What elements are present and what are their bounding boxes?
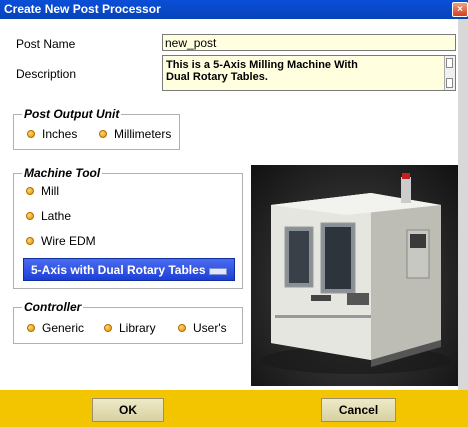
- radio-dot-icon: [27, 130, 35, 138]
- window-title: Create New Post Processor: [4, 2, 161, 16]
- radio-dot-icon: [27, 324, 35, 332]
- radio-dot-icon: [26, 237, 34, 245]
- radio-mill[interactable]: Mill: [23, 184, 59, 198]
- close-icon: ×: [457, 4, 463, 15]
- machine-config-value: 5-Axis with Dual Rotary Tables: [31, 263, 206, 277]
- machine-tool-title: Machine Tool: [22, 166, 103, 180]
- machine-image: [251, 165, 458, 386]
- radio-users[interactable]: User's: [175, 321, 227, 335]
- description-scrollbar[interactable]: [444, 56, 455, 90]
- scroll-up-icon[interactable]: [446, 58, 453, 68]
- radio-dot-icon: [26, 212, 34, 220]
- post-name-input[interactable]: new_post: [162, 34, 456, 51]
- radio-library[interactable]: Library: [101, 321, 156, 335]
- post-output-unit-title: Post Output Unit: [22, 107, 122, 121]
- machine-illustration: [261, 173, 451, 374]
- radio-inches[interactable]: Inches: [24, 127, 77, 141]
- radio-dot-icon: [104, 324, 112, 332]
- post-name-label: Post Name: [16, 37, 76, 51]
- post-output-unit-group: Post Output Unit Inches Millimeters: [13, 107, 180, 150]
- dropdown-indicator-icon: [209, 268, 227, 275]
- scroll-down-icon[interactable]: [446, 78, 453, 88]
- radio-dot-icon: [99, 130, 107, 138]
- description-line-2: Dual Rotary Tables.: [166, 71, 268, 83]
- description-label: Description: [16, 67, 77, 81]
- dialog-footer: OK Cancel: [0, 390, 468, 427]
- radio-generic[interactable]: Generic: [24, 321, 84, 335]
- cancel-button[interactable]: Cancel: [321, 398, 396, 422]
- radio-wire-edm[interactable]: Wire EDM: [23, 234, 96, 248]
- close-button[interactable]: ×: [452, 2, 468, 17]
- description-line-1: This is a 5-Axis Milling Machine With: [166, 59, 358, 71]
- radio-lathe[interactable]: Lathe: [23, 209, 71, 223]
- radio-dot-icon: [178, 324, 186, 332]
- description-textarea[interactable]: This is a 5-Axis Milling Machine With Du…: [162, 55, 456, 91]
- radio-dot-icon: [26, 187, 34, 195]
- radio-millimeters[interactable]: Millimeters: [96, 127, 171, 141]
- controller-group: Controller Generic Library User's: [13, 300, 243, 344]
- controller-title: Controller: [22, 300, 84, 314]
- ok-button[interactable]: OK: [92, 398, 164, 422]
- machine-config-dropdown[interactable]: 5-Axis with Dual Rotary Tables: [23, 258, 235, 281]
- window-titlebar: Create New Post Processor ×: [0, 0, 468, 19]
- post-name-value: new_post: [165, 36, 217, 50]
